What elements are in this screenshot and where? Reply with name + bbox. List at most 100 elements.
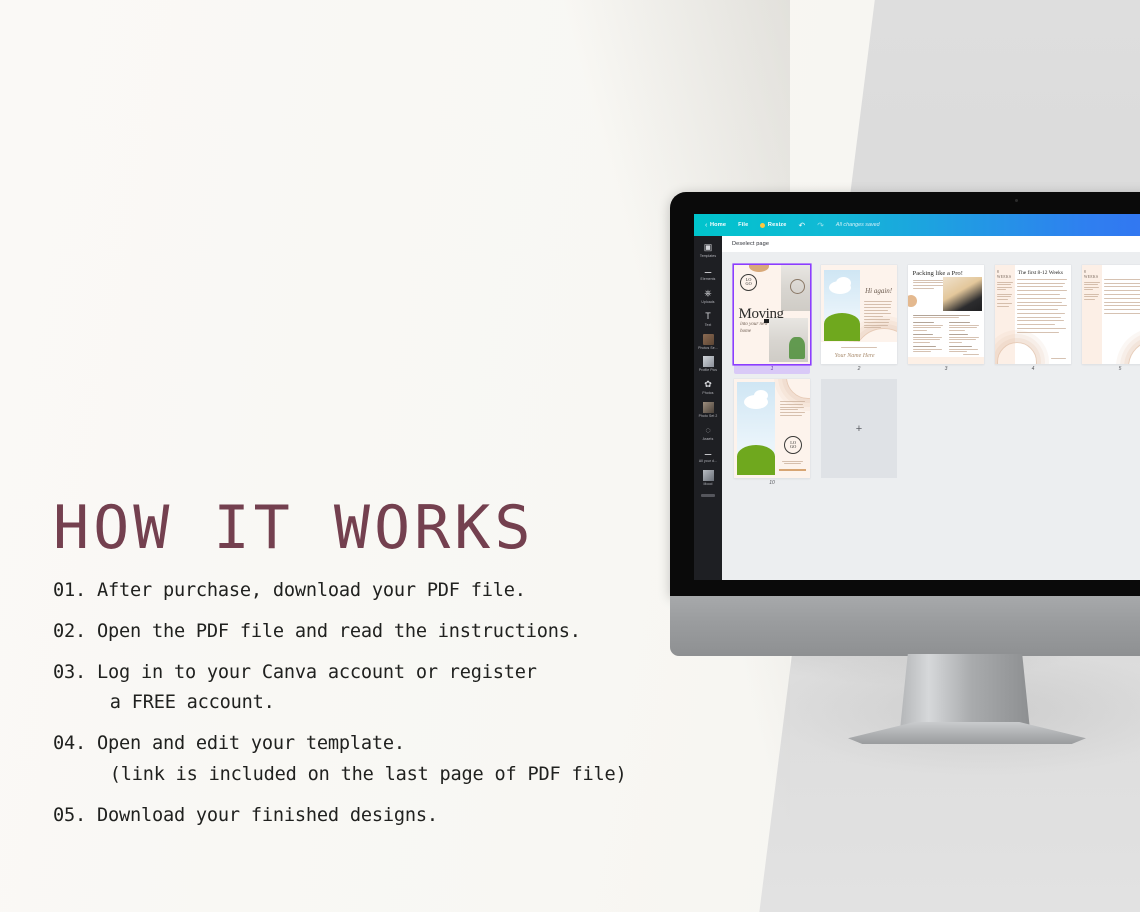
step-number: 04. — [53, 733, 86, 755]
resize-label: Resize — [767, 222, 787, 228]
checklist-eyebrow: 8 WEEKS — [996, 269, 1012, 280]
step-continuation: a FREE account. — [109, 692, 275, 714]
page-canvas[interactable]: LO GO Moving into your new home — [734, 265, 810, 364]
page-canvas[interactable]: LO GO — [734, 379, 810, 478]
lamp-decor — [749, 265, 769, 272]
monitor-chin — [670, 596, 1140, 656]
plus-icon: + — [855, 422, 863, 435]
article-lead — [912, 314, 980, 318]
add-page-cell[interactable]: + — [821, 379, 897, 488]
checklist-items — [1104, 278, 1140, 314]
elements-icon: ⚊ — [703, 265, 713, 276]
canva-toolbar: ‹ Home File Resize ↶ ↷ All changes saved — [694, 214, 1140, 236]
page-artwork: 8 WEEKS The first 8-12 Weeks — [995, 265, 1071, 364]
sidebar-item-text[interactable]: T Text — [694, 307, 722, 330]
sidebar-item-profile-pics[interactable]: Profile Pics — [694, 353, 722, 376]
page-artwork: Packing like a Pro! — [908, 265, 984, 364]
assets-icon: ◌ — [705, 424, 711, 435]
deselect-page-button[interactable]: Deselect page — [732, 241, 769, 247]
save-status: All changes saved — [835, 222, 880, 228]
sidebar-column: 8 WEEKS — [995, 265, 1037, 364]
sidebar-item-label: Elements — [700, 277, 716, 282]
letter-body — [864, 300, 892, 329]
sidebar-item-assets[interactable]: ◌ Assets — [694, 421, 722, 444]
article-col-right — [949, 322, 980, 353]
sidebar-column: 8 WEEKS — [1082, 265, 1102, 364]
page-number: 5 — [1118, 366, 1122, 372]
profile-pics-icon — [702, 356, 714, 368]
page-canvas[interactable]: Hi again! Your Name Here — [821, 265, 897, 364]
page-canvas[interactable]: Packing like a Pro! — [908, 265, 984, 364]
add-page-button[interactable]: + — [821, 379, 897, 478]
step-text: After purchase, download your PDF file. — [96, 580, 526, 601]
sidebar-item-templates[interactable]: ▣ Templates — [694, 239, 722, 262]
dot-decor — [908, 294, 917, 307]
logo-line-2: GO — [789, 444, 797, 450]
sidebar-item-photos[interactable]: ✿ Photos — [694, 376, 722, 399]
step-number: 01. — [53, 580, 86, 601]
article-title: Packing like a Pro! — [912, 269, 963, 277]
page-thumbnail-1[interactable]: LO GO Moving into your new home 1 — [734, 265, 810, 374]
logo-line-2: GO — [745, 281, 752, 287]
redo-icon[interactable]: ↷ — [811, 221, 830, 230]
page-thumbnail-2[interactable]: Hi again! Your Name Here 2 — [821, 265, 897, 374]
footer-band — [908, 357, 984, 364]
page-number — [821, 478, 897, 482]
sidebar-item-elements[interactable]: ⚊ Elements — [694, 262, 722, 285]
sidebar-item-photo-set-2[interactable]: Photo Set 2 — [694, 398, 722, 421]
step-number: 02. — [53, 621, 86, 643]
crown-icon — [760, 222, 766, 228]
page-canvas[interactable]: 8 WEEKS — [1082, 265, 1140, 364]
page-title: HOW IT WORKS — [53, 493, 535, 563]
sidebar-item-label: Templates — [699, 254, 717, 259]
page-artwork: LO GO — [734, 379, 810, 478]
checklist-items — [1017, 278, 1068, 333]
signature-name: Your Name Here — [834, 353, 875, 360]
pillow-photo — [942, 276, 983, 311]
page-number: 3 — [944, 366, 948, 372]
sidebar-item-label: Assets — [702, 436, 714, 441]
page-thumbnail-5[interactable]: 8 WEEKS 5 — [1082, 265, 1140, 374]
app-body: ▣ Templates ⚊ Elements ⎈ Uploads T Text … — [694, 236, 1140, 580]
step-number: 05. — [53, 804, 86, 826]
undo-icon[interactable]: ↶ — [793, 221, 812, 230]
sidebar-item-mood[interactable]: Mood — [694, 467, 722, 490]
sidebar-item-label: Photos — [702, 391, 714, 396]
canva-app: ‹ Home File Resize ↶ ↷ All changes saved — [694, 214, 1140, 580]
step-text: Download your finished designs. — [96, 804, 438, 826]
file-menu-button[interactable]: File — [732, 222, 754, 228]
page-number: 10 — [769, 480, 775, 486]
canva-sidebar: ▣ Templates ⚊ Elements ⎈ Uploads T Text … — [694, 236, 722, 580]
step-text: Open and edit your template. — [96, 733, 405, 755]
sidebar-item-label: Text — [704, 322, 712, 327]
page-artwork: 8 WEEKS — [1082, 265, 1140, 364]
page-thumbnail-4[interactable]: 8 WEEKS The first 8-12 Weeks 4 — [995, 265, 1071, 374]
monitor-stand-neck — [900, 654, 1030, 730]
resize-button[interactable]: Resize — [754, 222, 792, 228]
step-item-01: 01. After purchase, download your PDF fi… — [53, 576, 693, 606]
photos-set-icon — [702, 333, 714, 345]
step-item-02: 02. Open the PDF file and read the instr… — [53, 617, 693, 647]
pages-panel: Deselect page LO GO Moving into your new… — [722, 236, 1140, 580]
page-grid: LO GO Moving into your new home 1 Hi aga… — [722, 253, 1140, 580]
page-canvas[interactable]: 8 WEEKS The first 8-12 Weeks — [995, 265, 1071, 364]
logo-badge: LO GO — [740, 273, 758, 291]
monitor-bezel: ‹ Home File Resize ↶ ↷ All changes saved — [670, 192, 1140, 596]
step-item-03: 03. Log in to your Canva account or regi… — [53, 658, 693, 718]
step-item-05: 05. Download your finished designs. — [53, 801, 693, 831]
logo-badge: LO GO — [784, 436, 803, 455]
page-thumbnail-3[interactable]: Packing like a Pro! 3 — [908, 265, 984, 374]
sidebar-item-photos-set[interactable]: Photos Se... — [694, 330, 722, 353]
page-number: 1 — [734, 364, 810, 374]
article-col-left — [912, 322, 943, 353]
home-button[interactable]: ‹ Home — [699, 222, 732, 229]
sidebar-item-uploads[interactable]: ⎈ Uploads — [694, 285, 722, 308]
cover-subtitle: into your new home — [740, 322, 768, 334]
sidebar-item-label: All your d... — [698, 459, 718, 464]
sidebar-scroll-indicator[interactable] — [701, 493, 715, 497]
all-your-designs-icon: ⚊ — [703, 447, 713, 458]
page-number: 2 — [857, 366, 861, 372]
sidebar-item-all-your-designs[interactable]: ⚊ All your d... — [694, 444, 722, 467]
checklist-title: The first 8-12 Weeks — [1017, 269, 1063, 276]
page-thumbnail-10[interactable]: LO GO 10 — [734, 379, 810, 488]
